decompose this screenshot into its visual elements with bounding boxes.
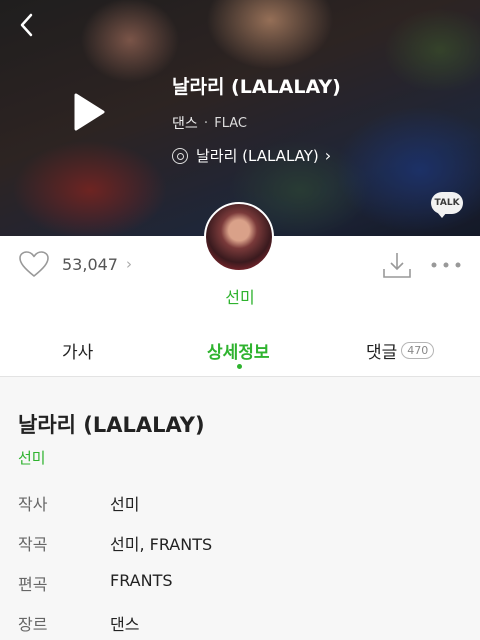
artist-name[interactable]: 선미 (0, 284, 480, 308)
song-meta: 날라리 (LALALAY) 댄스 · FLAC 날라리 (LALALAY) › (172, 72, 341, 166)
genre-label: 댄스 (172, 116, 198, 132)
album-link[interactable]: 날라리 (LALALAY) › (172, 145, 341, 166)
comment-count-badge: 470 (401, 342, 435, 359)
detail-key: 편곡 (18, 575, 48, 594)
heart-icon (19, 251, 49, 277)
album-art-header: 날라리 (LALALAY) 댄스 · FLAC 날라리 (LALALAY) › … (0, 0, 480, 236)
detail-artist-link[interactable]: 선미 (18, 447, 46, 468)
detail-row-composer: 작곡 선미, FRANTS (18, 531, 212, 555)
download-icon[interactable] (382, 250, 412, 280)
detail-title: 날라리 (LALALAY) (18, 413, 205, 437)
detail-key: 작사 (18, 495, 48, 514)
back-arrow-icon[interactable] (14, 10, 40, 40)
album-chevron: › (324, 146, 332, 165)
detail-key: 장르 (18, 615, 48, 634)
talk-bubble: TALK (431, 192, 463, 214)
kakao-talk-icon[interactable]: TALK (431, 192, 463, 218)
detail-row-genre: 장르 댄스 (18, 611, 139, 635)
detail-panel: 날라리 (LALALAY) 선미 작사 선미 작곡 선미, FRANTS 편곡 … (0, 377, 480, 640)
song-title: 날라리 (LALALAY) (172, 76, 341, 98)
active-tab-indicator (237, 364, 242, 369)
detail-value: FRANTS (110, 571, 173, 590)
tab-details[interactable]: 상세정보 (207, 338, 270, 363)
format-label: FLAC (214, 115, 247, 131)
like-button[interactable]: 53,047 › (18, 250, 132, 278)
detail-value: 선미 (110, 495, 140, 514)
talk-bubble-tail (437, 212, 447, 218)
tab-comments-label: 댓글 (366, 343, 398, 363)
like-count: 53,047 (62, 254, 118, 274)
tab-comments[interactable]: 댓글 470 (366, 338, 435, 363)
detail-row-arranger: 편곡 FRANTS (18, 571, 173, 595)
detail-row-lyricist: 작사 선미 (18, 491, 139, 515)
artist-avatar[interactable] (204, 202, 274, 272)
more-icon[interactable] (430, 258, 462, 272)
album-disc-icon (172, 147, 188, 164)
tab-bar: 가사 상세정보 댓글 470 (0, 330, 480, 377)
album-name: 날라리 (LALALAY) (196, 147, 319, 165)
tab-lyrics[interactable]: 가사 (62, 338, 93, 363)
song-sub-info: 댄스 · FLAC (172, 113, 341, 133)
separator-dot: · (203, 115, 209, 131)
detail-value: 댄스 (110, 615, 140, 634)
detail-value: 선미, FRANTS (110, 535, 213, 554)
like-chevron: › (125, 255, 132, 273)
detail-key: 작곡 (18, 535, 48, 554)
play-icon[interactable] (70, 92, 106, 132)
